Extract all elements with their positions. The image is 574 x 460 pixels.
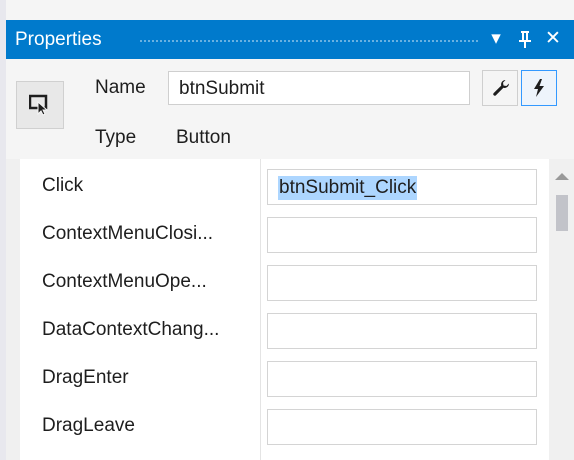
panel-title: Properties <box>15 29 102 50</box>
type-value: Button <box>176 127 231 148</box>
event-name: DragLeave <box>42 415 135 436</box>
event-handler-value <box>278 224 280 226</box>
event-handler-field[interactable] <box>267 361 537 397</box>
event-handler-value <box>278 368 280 370</box>
event-name: ContextMenuClosi... <box>42 223 214 244</box>
event-handler-value: btnSubmit_Click <box>278 176 418 200</box>
event-row-contextmenuopening[interactable]: ContextMenuOpe... <box>20 257 549 305</box>
close-icon[interactable]: ✕ <box>542 27 564 51</box>
scroll-up-arrow-icon[interactable] <box>555 173 569 180</box>
vertical-scrollbar[interactable] <box>549 159 574 460</box>
event-handler-value <box>278 320 280 322</box>
events-view-button[interactable] <box>521 70 557 106</box>
event-handler-value <box>278 416 280 418</box>
type-label: Type <box>95 127 137 148</box>
object-name-field[interactable]: btnSubmit <box>168 71 470 105</box>
pin-icon[interactable] <box>514 27 536 55</box>
event-row-dragleave[interactable]: DragLeave <box>20 401 549 449</box>
scroll-thumb[interactable] <box>556 195 568 231</box>
properties-titlebar: Properties ▾ ✕ <box>6 20 574 59</box>
event-name: DragEnter <box>42 367 129 388</box>
event-name: DataContextChang... <box>42 319 220 340</box>
event-row-click[interactable]: Click btnSubmit_Click <box>20 161 549 209</box>
grid-gutter <box>6 159 20 460</box>
event-row-dragenter[interactable]: DragEnter <box>20 353 549 401</box>
lightning-bolt-icon <box>534 79 544 97</box>
object-name-value: btnSubmit <box>179 78 265 99</box>
cursor-select-icon <box>16 81 64 129</box>
event-handler-field[interactable] <box>267 217 537 253</box>
window-position-dropdown-icon[interactable]: ▾ <box>485 27 507 51</box>
event-handler-field[interactable] <box>267 409 537 445</box>
events-grid: Click btnSubmit_Click ContextMenuClosi..… <box>6 159 549 460</box>
event-handler-field[interactable]: btnSubmit_Click <box>267 169 537 205</box>
event-handler-field[interactable] <box>267 313 537 349</box>
event-handler-value <box>278 272 280 274</box>
event-handler-field[interactable] <box>267 265 537 301</box>
properties-panel: Properties ▾ ✕ Name btnSubmit Type Butto… <box>6 0 574 460</box>
properties-view-button[interactable] <box>482 70 518 106</box>
event-name: ContextMenuOpe... <box>42 271 207 292</box>
event-row-contextmenuclosing[interactable]: ContextMenuClosi... <box>20 209 549 257</box>
wrench-icon <box>493 80 509 96</box>
event-name: Click <box>42 175 84 196</box>
name-label: Name <box>95 77 146 98</box>
event-row-datacontextchanged[interactable]: DataContextChang... <box>20 305 549 353</box>
titlebar-grip[interactable] <box>139 39 479 43</box>
object-header: Name btnSubmit Type Button <box>6 59 574 159</box>
